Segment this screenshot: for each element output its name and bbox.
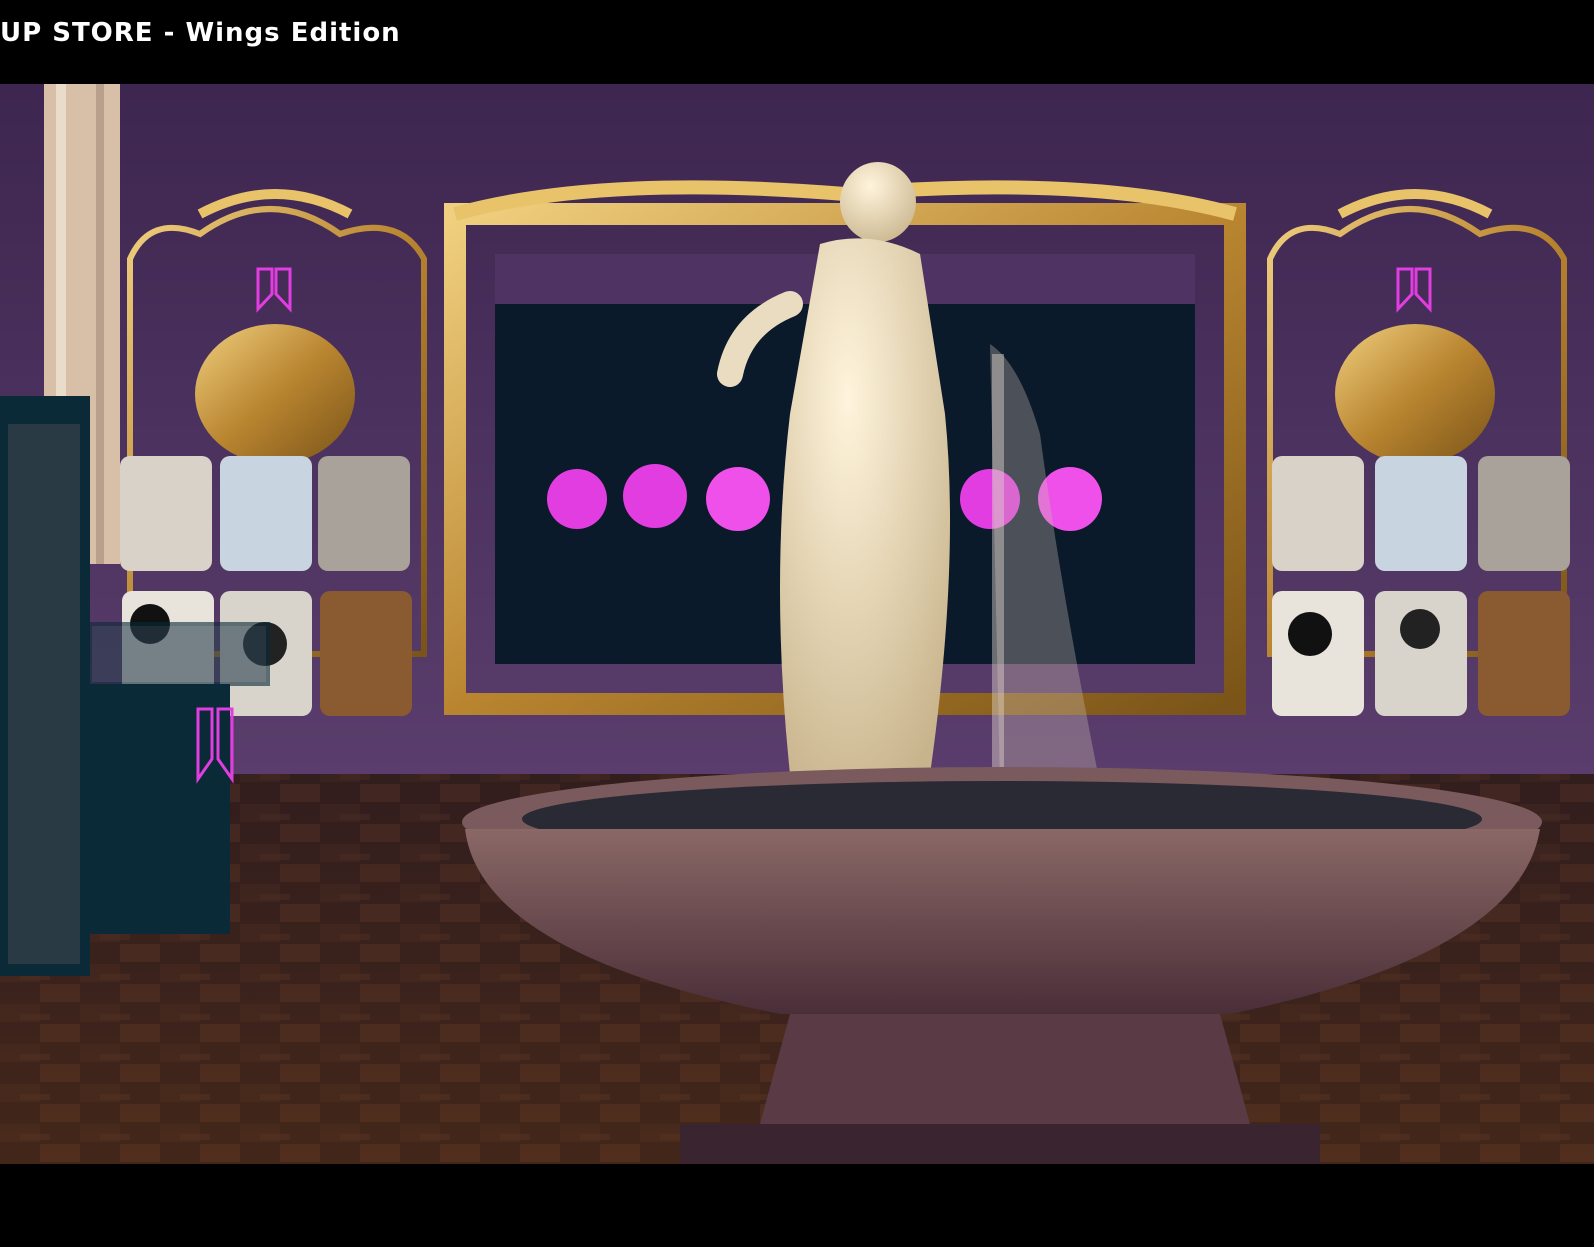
shirt — [220, 456, 312, 571]
bottom-letterbox — [0, 1164, 1594, 1247]
shirt — [318, 456, 410, 571]
store-scene — [0, 84, 1594, 1164]
shirt — [1272, 456, 1364, 571]
shirt — [1478, 456, 1570, 571]
store-render — [0, 84, 1594, 1164]
title-bar: UP STORE - Wings Edition — [0, 0, 1594, 84]
image-title: UP STORE - Wings Edition — [0, 18, 401, 48]
shirt — [1375, 456, 1467, 571]
shirt — [120, 456, 212, 571]
image-frame: UP STORE - Wings Edition — [0, 0, 1594, 1247]
shirt — [320, 591, 412, 716]
shirt — [1478, 591, 1570, 716]
